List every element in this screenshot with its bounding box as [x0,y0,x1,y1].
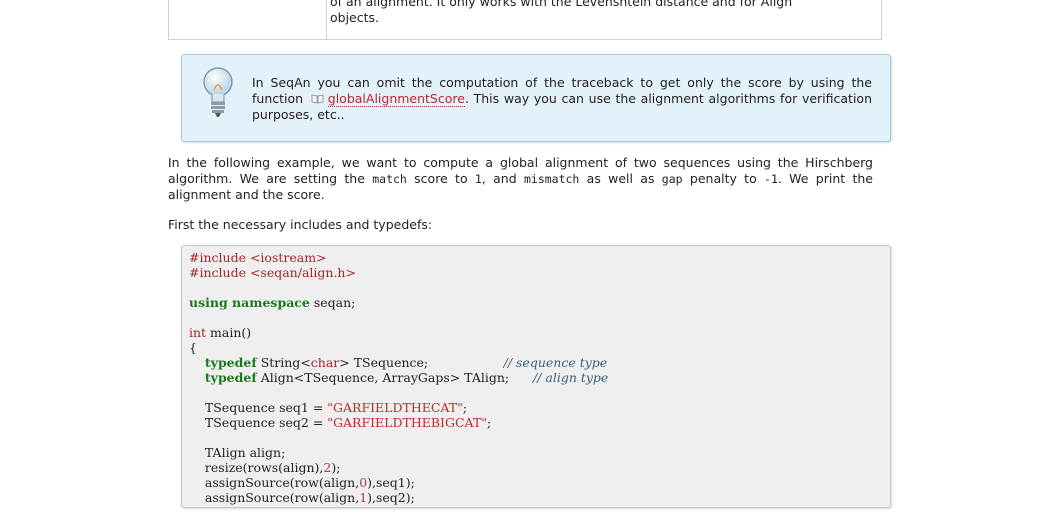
inline-code: 1 [474,172,482,186]
code-string: "GARFIELDTHECAT" [327,400,463,415]
paragraph-text: as well as [586,171,655,186]
table-cell-left [169,0,327,39]
inline-code: mismatch [523,172,580,186]
code-keyword: using namespace [189,295,310,310]
example-paragraph: In the following example, we want to com… [168,155,873,203]
tip-box: In SeqAn you can omit the computation of… [181,54,891,142]
lightbulb-icon [203,67,233,117]
code-text: ; [462,400,468,415]
globalalignmentscore-link[interactable]: globalAlignmentScore [327,91,465,107]
paragraph-text: penalty to [689,171,757,186]
code-text: assignSource(row(align, [204,475,360,490]
inline-code: -1 [764,172,778,186]
code-include: #include <iostream> [189,250,327,265]
code-text: TSequence seq2 = [204,415,328,430]
code-text: resize(rows(align), [204,460,324,475]
table-cell-line: of an alignment. It only works with the … [330,0,793,9]
code-text: ); [331,460,341,475]
code-text: TAlign align; [204,445,286,460]
code-text: seqan; [309,295,356,310]
code-brace: { [189,340,197,355]
book-icon [311,94,324,104]
table-fragment: of an alignment. It only works with the … [168,0,882,40]
code-comment: // align type [532,370,609,385]
code-text: assignSource(row(align, [204,490,360,505]
code-comment: // sequence type [503,355,608,370]
code-listing: #include <iostream> #include <seqan/alig… [189,250,608,505]
tip-text: In SeqAn you can omit the computation of… [252,75,872,123]
inline-code: gap [661,172,683,186]
code-type: int [189,325,207,340]
code-text: > TSequence; [339,355,429,370]
code-text: main() [206,325,252,340]
code-block: #include <iostream> #include <seqan/alig… [181,245,891,508]
code-text: ),seq1); [367,475,415,490]
paragraph-text: score to [414,171,468,186]
includes-paragraph: First the necessary includes and typedef… [168,217,433,232]
code-text: ),seq2); [367,490,415,505]
code-text: TSequence seq1 = [204,400,328,415]
table-cell-line: objects. [330,10,380,25]
code-text: Align<TSequence, ArrayGaps> TAlign; [256,370,510,385]
code-include: #include <seqan/align.h> [189,265,356,280]
code-type: char [310,355,340,370]
code-text: ; [486,415,492,430]
code-number: 1 [359,490,368,505]
table-cell-description: of an alignment. It only works with the … [330,0,875,26]
code-keyword: typedef [204,370,257,385]
code-number: 0 [359,475,368,490]
inline-code: match [372,172,407,186]
code-string: "GARFIELDTHEBIGCAT" [327,415,487,430]
code-text: String< [256,355,311,370]
code-keyword: typedef [204,355,257,370]
paragraph-text: , and [481,171,517,186]
